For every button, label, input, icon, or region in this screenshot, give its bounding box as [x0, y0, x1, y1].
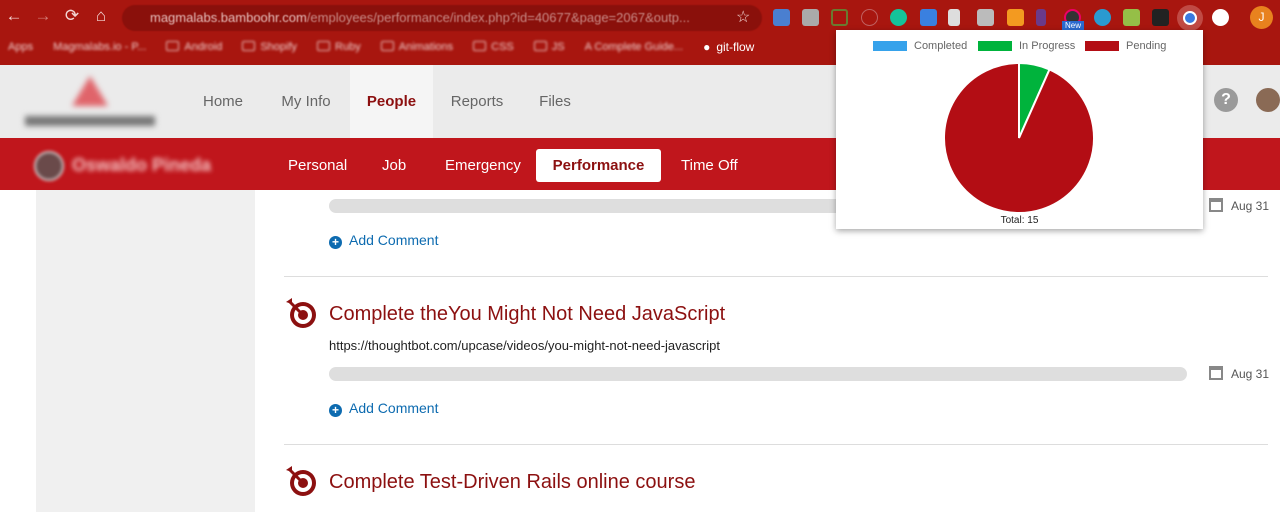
extension-b-icon[interactable]: [920, 9, 937, 26]
extension-frame-icon[interactable]: [831, 9, 848, 26]
extension-arrow-icon[interactable]: [1036, 9, 1046, 26]
add-comment-link[interactable]: + Add Comment: [329, 400, 438, 417]
plus-circle-icon: +: [329, 404, 342, 417]
extension-h-icon[interactable]: [802, 9, 819, 26]
back-icon[interactable]: ←: [3, 6, 25, 26]
extension-alert-icon[interactable]: [861, 9, 878, 26]
grammarly-icon[interactable]: [890, 9, 907, 26]
goal-target-icon: [286, 466, 318, 498]
home-icon[interactable]: ⌂: [90, 6, 112, 26]
bookmark-css[interactable]: CSS: [473, 41, 514, 53]
user-avatar[interactable]: [1256, 88, 1280, 112]
bookmark-ruby[interactable]: Ruby: [317, 41, 361, 53]
bookmark-complete-guide[interactable]: A Complete Guide...: [585, 41, 683, 53]
extension-dots-icon[interactable]: [1212, 9, 1229, 26]
bookmark-apps[interactable]: Apps: [8, 41, 33, 53]
url-domain: magmalabs.bamboohr.com: [150, 10, 307, 25]
nav-my-info[interactable]: My Info: [268, 65, 344, 138]
calendar-icon: [1209, 366, 1223, 380]
calendar-icon: [1209, 198, 1223, 212]
react-devtools-icon[interactable]: [1152, 9, 1169, 26]
left-sidebar: [36, 190, 255, 512]
subtab-job[interactable]: Job: [362, 149, 426, 182]
reload-icon[interactable]: ⟳: [61, 6, 83, 26]
pie-slice-pending[interactable]: [943, 61, 1095, 214]
subtab-time-off[interactable]: Time Off: [661, 149, 758, 182]
bookmark-animations[interactable]: Animations: [380, 41, 453, 53]
url-path: /employees/performance/index.php?id=4067…: [306, 10, 690, 25]
help-icon[interactable]: ?: [1214, 88, 1238, 112]
extension-popup-chart: Completed In Progress Pending Total: 15: [836, 30, 1203, 229]
extension-s-icon[interactable]: [773, 9, 790, 26]
bookmarks-bar: Apps Magmalabs.io - P... Android Shopify…: [0, 34, 840, 60]
goal-description: https://thoughtbot.com/upcase/videos/you…: [329, 338, 720, 353]
subtab-emergency[interactable]: Emergency: [425, 149, 541, 182]
globe-icon: ●: [703, 40, 711, 54]
nav-files[interactable]: Files: [525, 65, 585, 138]
extension-chart-icon[interactable]: [1007, 9, 1024, 26]
bookmark-shopify[interactable]: Shopify: [242, 41, 297, 53]
employee-name: Oswaldo Pineda: [72, 155, 212, 175]
address-bar[interactable]: magmalabs.bamboohr.com/employees/perform…: [122, 5, 762, 31]
bookmark-star-icon[interactable]: ☆: [736, 7, 750, 27]
extension-code-icon[interactable]: [977, 9, 994, 26]
employee-photo: [34, 151, 64, 181]
plus-circle-icon: +: [329, 236, 342, 249]
goal-due-date: Aug 31: [1231, 199, 1270, 213]
new-badge: New: [1062, 21, 1085, 30]
pie-chart: [943, 61, 1095, 214]
goal-progress-bar: [329, 367, 1187, 381]
shopify-icon[interactable]: [1123, 9, 1140, 26]
extension-blocks-icon[interactable]: [948, 9, 960, 26]
subtab-personal[interactable]: Personal: [268, 149, 367, 182]
add-comment-link[interactable]: + Add Comment: [329, 232, 438, 249]
extension-a-icon[interactable]: [1094, 9, 1111, 26]
chart-total: Total: 15: [1000, 215, 1039, 226]
active-extension-button[interactable]: [1177, 5, 1203, 31]
company-logo[interactable]: [20, 72, 160, 134]
divider: [284, 276, 1268, 277]
bookmark-js[interactable]: JS: [533, 41, 565, 53]
profile-avatar[interactable]: J: [1250, 6, 1273, 29]
nav-people[interactable]: People: [350, 65, 433, 138]
nav-reports[interactable]: Reports: [442, 65, 512, 138]
goal-title[interactable]: Complete Test-Driven Rails online course: [329, 471, 695, 494]
bookmark-git-flow[interactable]: ● git-flow: [703, 40, 754, 54]
forward-icon[interactable]: →: [32, 6, 54, 26]
nav-home[interactable]: Home: [188, 65, 258, 138]
add-comment-label: Add Comment: [349, 400, 439, 416]
goal-target-icon: [286, 298, 318, 330]
goal-due-date: Aug 31: [1231, 367, 1270, 381]
bookmark-magmalabs[interactable]: Magmalabs.io - P...: [53, 41, 146, 53]
divider: [284, 444, 1268, 445]
add-comment-label: Add Comment: [349, 232, 439, 248]
goal-title[interactable]: Complete theYou Might Not Need JavaScrip…: [329, 303, 725, 326]
subtab-performance[interactable]: Performance: [536, 149, 661, 182]
bookmark-android[interactable]: Android: [166, 41, 222, 53]
